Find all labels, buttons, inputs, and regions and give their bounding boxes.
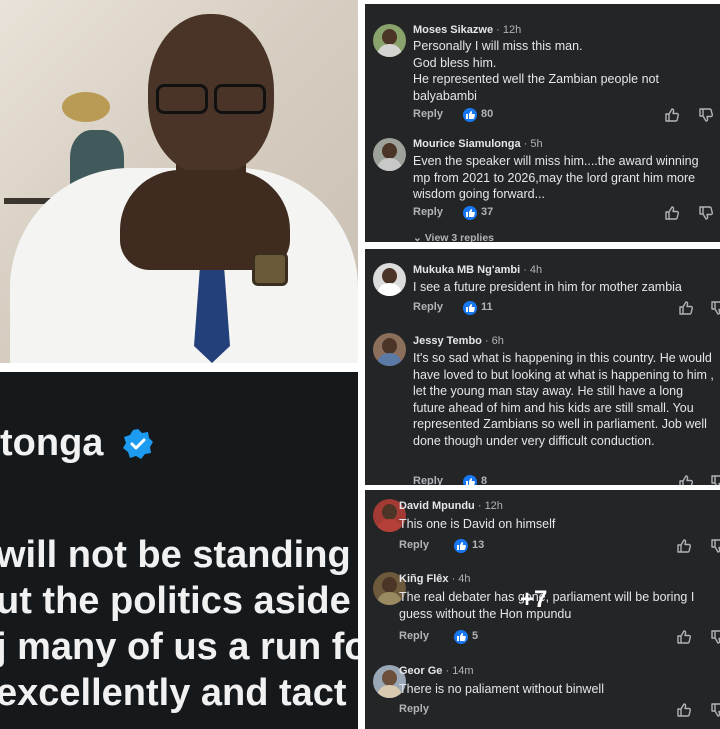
like-count: 5 <box>472 630 479 642</box>
like-count: 8 <box>481 475 488 485</box>
commenter-name[interactable]: Mourice Siamulonga <box>413 138 521 150</box>
comment-text: This one is David on himself <box>399 517 556 531</box>
comment-time: · 6h <box>484 335 504 347</box>
comment-actions: Reply 13 <box>399 539 720 555</box>
reply-button[interactable]: Reply <box>413 475 443 485</box>
comment-time: · 4h <box>523 264 543 276</box>
thumbs-down-icon[interactable] <box>710 702 720 718</box>
comment-time: · 5h <box>523 138 543 150</box>
glasses <box>152 84 270 114</box>
comment-actions: Reply 8 <box>413 474 720 485</box>
tweet-author-name: tonga <box>0 422 104 464</box>
like-count: 13 <box>472 539 485 551</box>
comments-panel-top: Moses Sikazwe · 12h Personally I will mi… <box>365 4 720 242</box>
comment-text: Personally I will miss this man. God ble… <box>413 39 659 103</box>
view-replies-label: View 3 replies <box>424 232 494 242</box>
tweet-line-3: j many of us a run fo <box>0 626 358 668</box>
thumbs-down-icon[interactable] <box>710 629 720 645</box>
comment-text: It's so sad what is happening in this co… <box>413 351 714 448</box>
comment-text: Even the speaker will miss him....the aw… <box>413 154 699 201</box>
comment-actions: Reply 5 <box>399 630 720 646</box>
decor-bowl <box>62 92 110 122</box>
thumbs-up-icon[interactable] <box>678 300 694 316</box>
comments-panel-middle: Mukuka MB Ng'ambi · 4h I see a future pr… <box>365 249 720 485</box>
verified-badge-icon <box>123 429 153 459</box>
reply-button[interactable]: Reply <box>399 539 429 551</box>
avatar[interactable] <box>373 333 406 366</box>
commenter-name[interactable]: Mukuka MB Ng'ambi <box>413 264 520 276</box>
like-reaction-icon <box>454 630 468 644</box>
like-count: 11 <box>481 301 493 313</box>
portrait-photo <box>0 0 358 363</box>
comment-actions: Reply 80 <box>413 108 718 124</box>
reply-button[interactable]: Reply <box>413 301 443 313</box>
comment-time: · 14m <box>445 665 474 677</box>
more-images-counter[interactable]: +7 <box>520 586 547 614</box>
tweet-panel: tonga will not be standing ut the politi… <box>0 372 358 729</box>
thumbs-down-icon[interactable] <box>698 205 714 221</box>
avatar[interactable] <box>373 24 406 57</box>
thumbs-down-icon[interactable] <box>710 300 720 316</box>
reply-button[interactable]: Reply <box>413 108 443 120</box>
like-count: 37 <box>481 206 494 218</box>
thumbs-down-icon[interactable] <box>710 474 720 485</box>
reply-button[interactable]: Reply <box>399 703 429 715</box>
thumbs-up-icon[interactable] <box>664 205 680 221</box>
commenter-name[interactable]: David Mpundu <box>399 500 475 512</box>
avatar[interactable] <box>373 263 406 296</box>
like-reaction-icon <box>454 539 468 553</box>
thumbs-up-icon[interactable] <box>678 474 694 485</box>
thumbs-down-icon[interactable] <box>698 107 714 123</box>
like-reaction-icon <box>463 301 477 315</box>
like-reaction-icon <box>463 206 477 220</box>
tweet-line-4: excellently and tact <box>0 672 347 714</box>
comment-actions: Reply 37 <box>413 206 718 222</box>
commenter-name[interactable]: Geor Ge <box>399 665 442 677</box>
wristwatch <box>252 252 288 286</box>
comment-text: I see a future president in him for moth… <box>413 280 682 294</box>
tweet-line-2: ut the politics aside <box>0 580 351 622</box>
comment-time: · 12h <box>477 500 503 512</box>
thumbs-up-icon[interactable] <box>676 629 692 645</box>
comment-actions: Reply <box>399 703 720 719</box>
commenter-name[interactable]: Jessy Tembo <box>413 335 482 347</box>
commenter-name[interactable]: Moses Sikazwe <box>413 24 493 36</box>
commenter-name[interactable]: Kiñg Flêx <box>399 573 449 585</box>
comment-time: · 4h <box>451 573 471 585</box>
thumbs-up-icon[interactable] <box>676 538 692 554</box>
reply-button[interactable]: Reply <box>413 206 443 218</box>
like-reaction-icon <box>463 475 477 485</box>
view-replies-link[interactable]: ⌄ View 3 replies <box>413 232 494 242</box>
comment-text: There is no paliament without binwell <box>399 682 604 696</box>
like-reaction-icon <box>463 108 477 122</box>
comment-text: The real debater has gone, parliament wi… <box>399 590 695 621</box>
tweet-line-1: will not be standing <box>0 534 351 576</box>
thumbs-down-icon[interactable] <box>710 538 720 554</box>
chevron-down-icon: ⌄ <box>413 232 422 242</box>
avatar[interactable] <box>373 138 406 171</box>
comment-actions: Reply 11 <box>413 300 720 317</box>
thumbs-up-icon[interactable] <box>664 107 680 123</box>
comment-time: · 12h <box>496 24 522 36</box>
reply-button[interactable]: Reply <box>399 630 429 642</box>
thumbs-up-icon[interactable] <box>676 702 692 718</box>
like-count: 80 <box>481 108 494 120</box>
